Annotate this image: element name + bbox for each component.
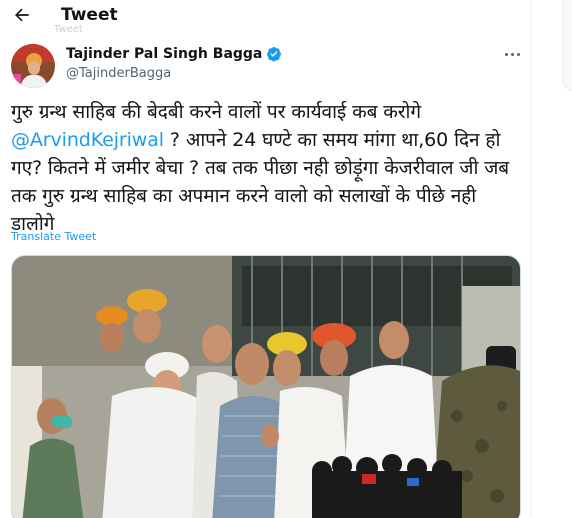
more-options-button[interactable]: [500, 42, 524, 66]
author-handle[interactable]: @TajinderBagga: [66, 66, 171, 81]
more-dot-icon: [504, 52, 508, 56]
avatar[interactable]: [11, 44, 55, 88]
page-title: Tweet: [61, 5, 118, 25]
tweet-text: गुरु ग्रन्थ साहिब की बेदबी करने वालों पर…: [11, 98, 521, 238]
search-box-edge: [562, 0, 572, 92]
tweet-column: Tweet Tweet Tajinder Pal Singh Bagga @Ta…: [0, 0, 531, 518]
author-name-link[interactable]: Tajinder Pal Singh Bagga: [66, 46, 282, 62]
tweet-media-image[interactable]: [11, 255, 521, 518]
more-dot-icon: [516, 52, 520, 56]
arrow-left-icon: [15, 8, 29, 22]
mention-link[interactable]: @ArvindKejriwal: [11, 129, 164, 151]
author-name: Tajinder Pal Singh Bagga: [66, 46, 263, 62]
header-bar: Tweet Tweet: [0, 0, 530, 35]
user-avatar-icon: [11, 44, 55, 88]
media-photo: [12, 256, 520, 518]
verified-badge-icon: [267, 47, 282, 62]
back-button[interactable]: [10, 3, 34, 27]
faded-header-text: Tweet: [54, 24, 83, 35]
more-dot-icon: [510, 52, 514, 56]
tweet-text-part1: गुरु ग्रन्थ साहिब की बेदबी करने वालों पर…: [11, 101, 421, 123]
translate-tweet-link[interactable]: Translate Tweet: [11, 230, 96, 243]
